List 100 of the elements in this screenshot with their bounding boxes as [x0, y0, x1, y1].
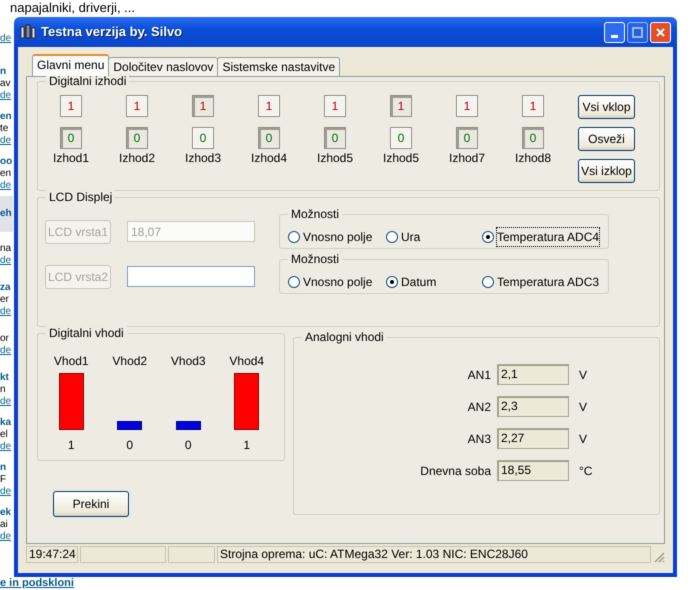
text-field[interactable]: [127, 266, 255, 287]
article-heading[interactable]: kt: [0, 372, 13, 384]
analog-label: Dnevna soba: [420, 462, 491, 480]
output-on-button[interactable]: 1: [324, 95, 346, 117]
output-label: Izhod7: [448, 150, 486, 167]
window-title: Testna verzija by. Silvo: [41, 23, 184, 42]
output-label: Izhod3: [184, 150, 222, 167]
output-label: Izhod8: [514, 150, 552, 167]
minimize-button[interactable]: [604, 22, 625, 42]
app-icon: [20, 24, 36, 40]
article-text: av: [0, 78, 12, 90]
output-off-button[interactable]: 0: [390, 127, 412, 149]
output-on-button[interactable]: 1: [60, 95, 82, 117]
article-link[interactable]: de: [0, 32, 13, 44]
radio-button[interactable]: [482, 230, 494, 242]
tab[interactable]: Določitev naslovov: [108, 57, 218, 76]
analog-label: AN1: [468, 366, 491, 384]
output-off-button[interactable]: 0: [522, 127, 544, 149]
article-text: n: [0, 384, 7, 396]
option-label[interactable]: Temperatura ADC4: [497, 228, 600, 246]
article-heading[interactable]: n: [0, 462, 13, 474]
analog-label: AN3: [468, 430, 491, 448]
article-heading[interactable]: e in podskloni: [0, 577, 74, 589]
option-label[interactable]: Temperatura ADC3: [497, 272, 600, 290]
action-button[interactable]: Osveži: [578, 127, 635, 151]
analog-value-field: 18,55: [497, 460, 569, 481]
maximize-button[interactable]: [627, 22, 648, 42]
input-label: Vhod2: [112, 353, 148, 370]
status-panel: Strojna oprema: uC: ATMega32 Ver: 1.03 NIC: ENC28J60: [217, 546, 651, 563]
input-label: Vhod4: [229, 353, 264, 370]
article-heading[interactable]: za: [0, 282, 13, 294]
radio-button[interactable]: [288, 276, 300, 288]
stop-button[interactable]: Prekini: [53, 491, 129, 517]
article-heading[interactable]: ek: [0, 506, 13, 518]
analog-value-field: 2,3: [497, 396, 569, 417]
article-text: el: [0, 428, 9, 440]
output-off-button[interactable]: 0: [456, 127, 478, 149]
article-heading[interactable]: en: [0, 110, 13, 122]
article-link[interactable]: de: [0, 180, 13, 192]
analog-value-field: 2,27: [497, 428, 569, 449]
article-link[interactable]: de: [0, 254, 13, 266]
option-label[interactable]: Datum: [401, 272, 436, 290]
article-link[interactable]: de: [0, 306, 13, 318]
article-heading[interactable]: ka: [0, 416, 13, 428]
output-on-button[interactable]: 1: [390, 95, 412, 117]
group-title: Možnosti: [288, 252, 342, 266]
radio-button[interactable]: [288, 230, 300, 242]
group-title: Digitalni vhodi: [46, 326, 127, 340]
unit-label: V: [579, 430, 588, 448]
output-on-button[interactable]: 1: [456, 95, 478, 117]
page-text: napajalniki, driverji, ...: [9, 0, 136, 16]
output-on-button[interactable]: 1: [192, 95, 214, 117]
analog-label: AN2: [468, 398, 491, 416]
output-on-button[interactable]: 1: [126, 95, 148, 117]
action-button[interactable]: Vsi vklop: [578, 95, 635, 119]
output-off-button[interactable]: 0: [324, 127, 346, 149]
output-off-button[interactable]: 0: [258, 127, 280, 149]
article-heading[interactable]: oo: [0, 156, 13, 168]
output-off-button[interactable]: 0: [60, 127, 82, 149]
article-link[interactable]: de: [0, 486, 13, 498]
output-on-button[interactable]: 1: [522, 95, 544, 117]
minimize-icon: [611, 34, 618, 38]
output-off-button[interactable]: 0: [126, 127, 148, 149]
article-heading[interactable]: n: [0, 66, 13, 78]
article-text: F: [0, 474, 8, 486]
unit-label: °C: [579, 462, 594, 480]
output-label: Izhod5: [316, 150, 354, 167]
maximize-icon: [632, 26, 643, 38]
status-panel: [168, 546, 215, 563]
article-link[interactable]: de: [0, 134, 13, 146]
article-link[interactable]: de: [0, 396, 13, 408]
article-link[interactable]: de: [0, 530, 13, 542]
unit-label: V: [579, 398, 588, 416]
input-value: 1: [243, 437, 250, 454]
close-button[interactable]: [650, 22, 671, 42]
resize-grip-icon[interactable]: [653, 550, 665, 564]
article-text: er: [0, 294, 10, 306]
group-title: Možnosti: [288, 207, 342, 221]
tab[interactable]: Sistemske nastavitve: [217, 57, 340, 76]
option-label[interactable]: Vnosno polje: [303, 228, 372, 246]
analog-value-field: 2,1: [497, 364, 569, 385]
input-label: Vhod1: [54, 353, 89, 370]
option-label[interactable]: Ura: [401, 228, 420, 246]
article-link[interactable]: de: [0, 90, 13, 102]
radio-button[interactable]: [386, 230, 398, 242]
radio-button[interactable]: [386, 276, 398, 288]
action-button[interactable]: Vsi izklop: [578, 159, 635, 183]
article-text: en: [0, 168, 12, 180]
tab[interactable]: Glavni menu: [32, 54, 110, 76]
output-off-button[interactable]: 0: [192, 127, 214, 149]
output-label: Izhod2: [118, 150, 156, 167]
option-label[interactable]: Vnosno polje: [303, 272, 372, 290]
input-value: 0: [126, 437, 134, 454]
article-text: or: [0, 332, 10, 344]
article-link[interactable]: de: [0, 440, 13, 452]
radio-button[interactable]: [482, 276, 494, 288]
unit-label: V: [579, 366, 588, 384]
article-link[interactable]: de: [0, 344, 13, 356]
group-title: Analogni vhodi: [302, 330, 387, 344]
output-on-button[interactable]: 1: [258, 95, 280, 117]
